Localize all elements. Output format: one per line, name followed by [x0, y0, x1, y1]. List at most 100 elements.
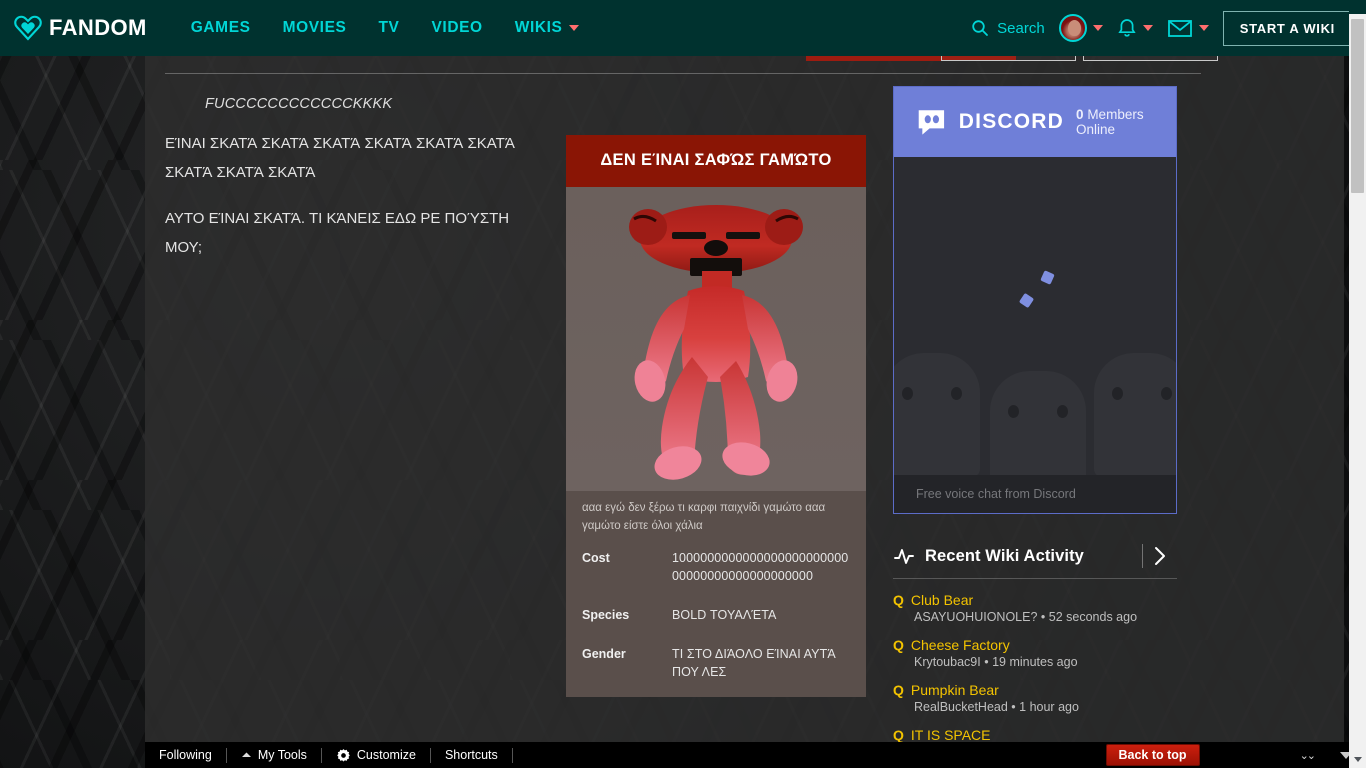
- infobox: ΔΕΝ ΕΊΝΑΙ ΣΑΦΏΣ ΓΑΜΏΤΟ ααα εγώ δεν ξέρω …: [566, 135, 866, 697]
- toolbar-customize[interactable]: Customize: [322, 742, 430, 768]
- question-mark-icon: Q: [893, 682, 904, 698]
- recent-activity-link[interactable]: Q Club Bear: [893, 592, 1177, 608]
- discord-loading-square: [1018, 292, 1035, 309]
- article-paragraph-2: ΑΥΤΟ ΕΊΝΑΙ ΣΚΑΤΆ. ΤΙ ΚΆΝΕΙΣ ΕΔΩ ΡΕ ΠΟΎΣΤ…: [165, 210, 510, 256]
- start-a-wiki-button[interactable]: START A WIKI: [1222, 10, 1352, 46]
- toolbar-shortcuts[interactable]: Shortcuts: [431, 742, 512, 768]
- recent-activity-item: Q Club Bear ASAYUOHUIONOLE? • 52 seconds…: [893, 592, 1177, 624]
- discord-icon: [918, 110, 945, 135]
- right-rail: DISCORD 0 Members Online Free voice chat…: [893, 86, 1177, 742]
- search-label: Search: [997, 19, 1045, 37]
- toolbar-customize-label: Customize: [356, 748, 416, 762]
- infobox-row-value: BOLD ΤΟΥΑΛΈΤΑ: [672, 608, 777, 622]
- nav-link-movies[interactable]: MOVIES: [283, 19, 347, 37]
- clipped-box-left[interactable]: [941, 56, 1076, 61]
- recent-activity-link[interactable]: Q Cheese Factory: [893, 637, 1177, 653]
- recent-activity-item: Q IT IS SPACE RealBucketHead • 1 hour ag…: [893, 727, 1177, 742]
- infobox-row-gender: Gender ΤΙ ΣΤΟ ΔΙΆΟΛΟ ΕΊΝΑΙ ΑΥΤΆ ΠΟΥ ΛΕΣ: [582, 645, 850, 681]
- discord-widget-header: DISCORD 0 Members Online: [894, 87, 1176, 157]
- fandom-wordmark: FANDOM: [49, 15, 147, 40]
- article-italic-line: FUCCCCCCCCCCCCKKKK: [205, 96, 393, 112]
- bullet-separator: •: [984, 655, 993, 669]
- recent-activity-time: 52 seconds ago: [1048, 610, 1138, 624]
- infobox-row-cost: Cost 10000000000000000000000000000000000…: [582, 549, 850, 585]
- messages-menu[interactable]: [1167, 18, 1209, 38]
- toolbar-following[interactable]: Following: [145, 742, 226, 768]
- wiki-content-column: FUCCCCCCCCCCCCKKKK ΕΊΝΑΙ ΣΚΑΤΆ ΣΚΑΤΆ ΣΚΑ…: [145, 56, 1344, 742]
- discord-ghost-shape: [894, 353, 980, 475]
- user-avatar-menu[interactable]: [1058, 14, 1103, 42]
- global-nav-links: GAMES MOVIES TV VIDEO WIKIS: [191, 19, 579, 37]
- chevron-down-icon: [1142, 25, 1153, 31]
- toolbar-my-tools[interactable]: My Tools: [227, 742, 321, 768]
- recent-activity-divider: [893, 578, 1177, 579]
- back-to-top-button[interactable]: Back to top: [1105, 744, 1200, 766]
- red-teddy-bear-image: [629, 205, 803, 480]
- nav-link-games[interactable]: GAMES: [191, 19, 251, 37]
- infobox-row-species: Species BOLD ΤΟΥΑΛΈΤΑ: [582, 606, 850, 624]
- chevron-down-icon: [568, 24, 579, 31]
- discord-members-online: 0 Members Online: [1076, 107, 1176, 137]
- bullet-separator: •: [1011, 700, 1020, 714]
- question-mark-icon: Q: [893, 727, 904, 742]
- question-mark-icon: Q: [893, 592, 904, 608]
- scrollbar-down-button[interactable]: [1349, 751, 1366, 768]
- nav-link-wikis-label: WIKIS: [514, 19, 563, 36]
- triangle-down-icon: [1353, 757, 1362, 762]
- recent-activity-meta: Krytoubac9I • 19 minutes ago: [914, 655, 1177, 669]
- infobox-data-rows: Cost 10000000000000000000000000000000000…: [566, 535, 866, 681]
- fandom-logo[interactable]: FANDOM: [14, 14, 147, 42]
- toolbar-collapse-icon[interactable]: ⌄⌄: [1300, 749, 1317, 762]
- recent-activity-page-title: Pumpkin Bear: [910, 682, 999, 698]
- discord-loading-square: [1040, 270, 1055, 285]
- content-divider: [165, 73, 1201, 74]
- chevron-down-icon: [1092, 25, 1103, 31]
- avatar: [1058, 14, 1087, 42]
- recent-activity-link[interactable]: Q Pumpkin Bear: [893, 682, 1177, 698]
- recent-activity-page-title: Cheese Factory: [910, 637, 1010, 653]
- page-root: FANDOM GAMES MOVIES TV VIDEO WIKIS Searc…: [0, 0, 1366, 768]
- infobox-image[interactable]: [566, 187, 866, 491]
- recent-activity-user: Krytoubac9I: [914, 655, 981, 669]
- scrollbar-nav-overlay: [1349, 0, 1366, 14]
- search-icon: [972, 20, 989, 36]
- article-body: FUCCCCCCCCCCCCKKKK ΕΊΝΑΙ ΣΚΑΤΆ ΣΚΑΤΆ ΣΚΑ…: [165, 96, 565, 262]
- article-paragraph-1: ΕΊΝΑΙ ΣΚΑΤΆ ΣΚΑΤΆ ΣΚΑΤΆ ΣΚΑΤΆ ΣΚΑΤΆ ΣΚΑΤ…: [165, 135, 515, 181]
- pulse-icon: [894, 549, 914, 564]
- bell-icon: [1118, 19, 1136, 37]
- notifications-menu[interactable]: [1117, 17, 1153, 39]
- scrollbar-thumb[interactable]: [1351, 19, 1364, 193]
- recent-activity-meta: RealBucketHead • 1 hour ago: [914, 700, 1177, 714]
- recent-wiki-activity-header: Recent Wiki Activity: [893, 534, 1177, 578]
- gear-icon: [337, 748, 350, 761]
- page-scrollbar[interactable]: [1349, 0, 1366, 768]
- clipped-box-right[interactable]: [1083, 56, 1218, 61]
- discord-members-count: 0: [1076, 107, 1084, 122]
- nav-link-video[interactable]: VIDEO: [431, 19, 482, 37]
- discord-wordmark: DISCORD: [958, 110, 1065, 133]
- nav-link-tv[interactable]: TV: [378, 19, 399, 37]
- nav-link-wikis[interactable]: WIKIS: [515, 19, 579, 37]
- toolbar-divider: [511, 747, 513, 763]
- recent-activity-item: Q Cheese Factory Krytoubac9I • 19 minute…: [893, 637, 1177, 669]
- fandom-heart-icon: [14, 14, 42, 42]
- recent-activity-page-title: Club Bear: [910, 592, 974, 608]
- recent-activity-meta: ASAYUOHUIONOLE? • 52 seconds ago: [914, 610, 1177, 624]
- discord-widget-body[interactable]: [894, 157, 1176, 475]
- recent-wiki-activity-title: Recent Wiki Activity: [925, 546, 1084, 565]
- toolbar-my-tools-label: My Tools: [257, 748, 307, 762]
- envelope-icon: [1167, 20, 1192, 37]
- recent-activity-item: Q Pumpkin Bear RealBucketHead • 1 hour a…: [893, 682, 1177, 714]
- recent-activity-user: ASAYUOHUIONOLE?: [914, 610, 1038, 624]
- infobox-title: ΔΕΝ ΕΊΝΑΙ ΣΑΦΏΣ ΓΑΜΏΤΟ: [566, 135, 866, 187]
- infobox-caption: ααα εγώ δεν ξέρω τι καρφι παιχνίδι γαμώτ…: [582, 502, 826, 532]
- discord-widget[interactable]: DISCORD 0 Members Online Free voice chat…: [893, 86, 1177, 514]
- recent-activity-link[interactable]: Q IT IS SPACE: [893, 727, 1177, 742]
- recent-activity-more-button[interactable]: [1143, 545, 1177, 567]
- bullet-separator: •: [1040, 610, 1049, 624]
- chevron-right-icon: [1155, 547, 1165, 565]
- chevron-down-icon: [1198, 25, 1209, 31]
- recent-activity-user: RealBucketHead: [914, 700, 1008, 714]
- search-button[interactable]: Search: [971, 19, 1045, 37]
- discord-ghost-shape: [990, 371, 1086, 475]
